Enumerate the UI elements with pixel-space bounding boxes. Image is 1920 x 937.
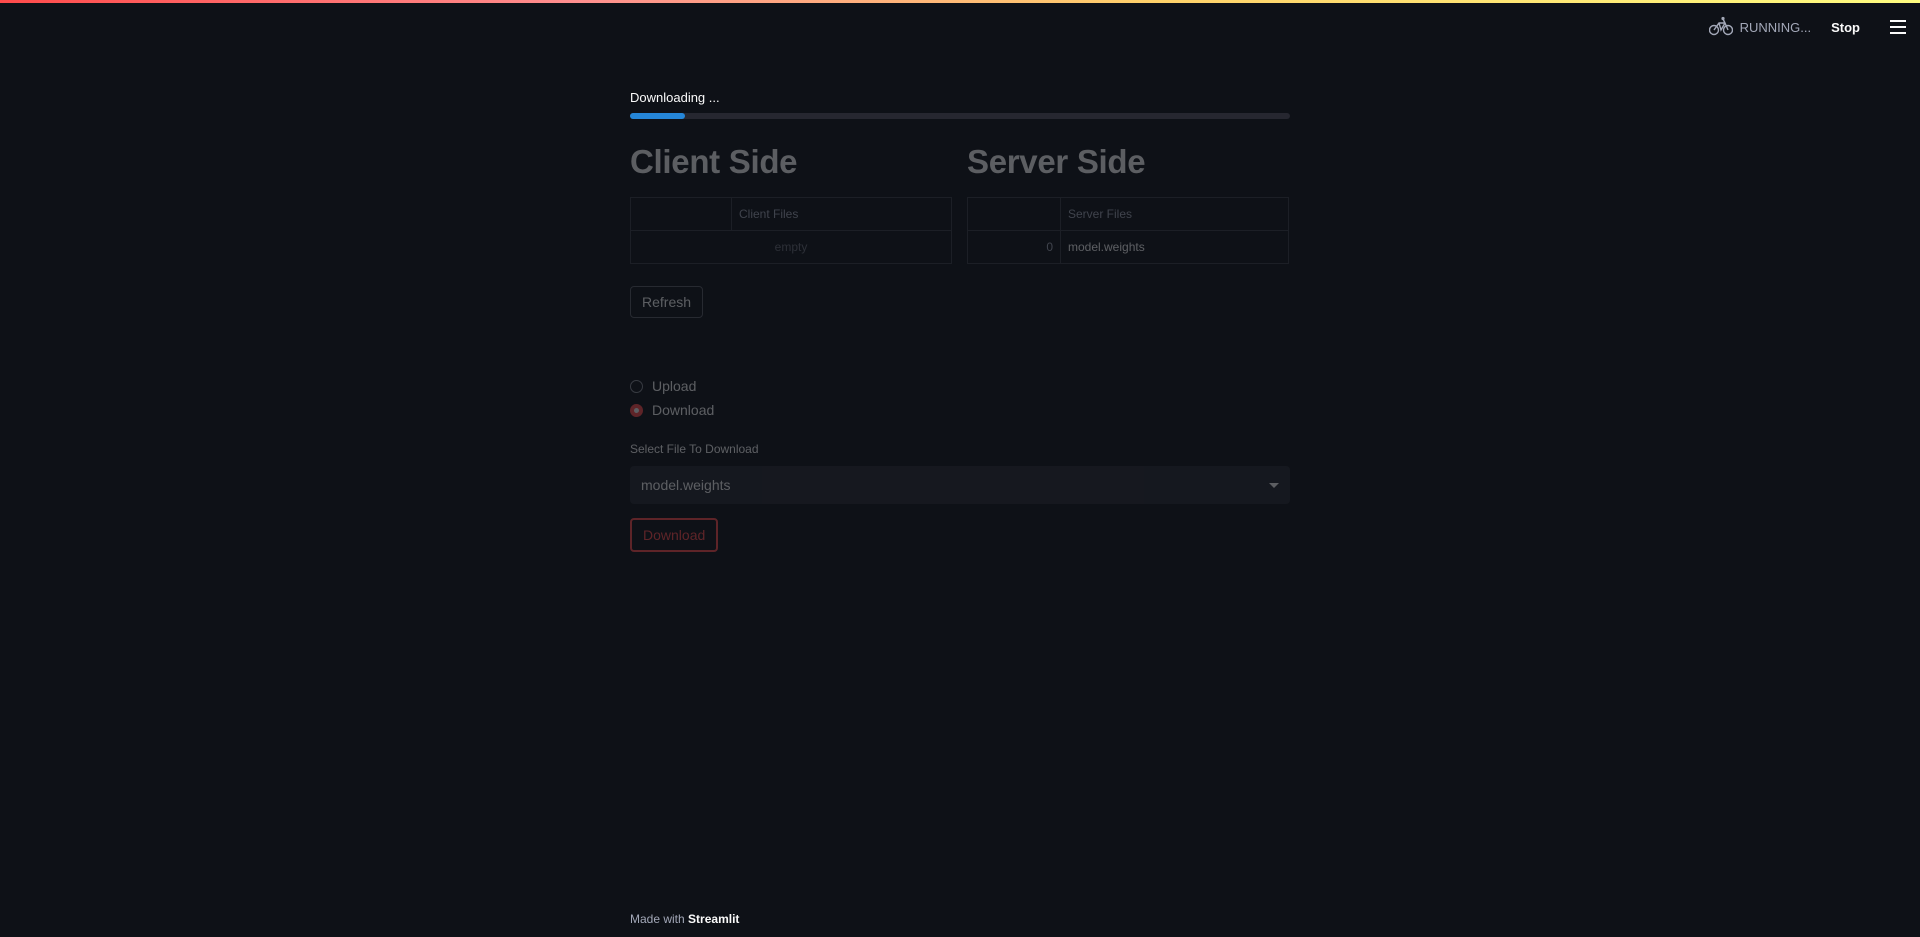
app-header: RUNNING... Stop [1708, 12, 1920, 42]
client-files-table: Client Files empty [630, 197, 952, 264]
stale-content: Client Side Client Files empty Server Si… [630, 143, 1290, 552]
footer-brand-link[interactable]: Streamlit [688, 912, 739, 926]
client-empty-cell: empty [630, 230, 952, 264]
radio-upload-label: Upload [652, 378, 697, 394]
bicycle-icon [1708, 16, 1733, 39]
running-status-text: RUNNING... [1739, 19, 1812, 35]
main-content: Downloading ... Client Side Client Files… [630, 90, 1290, 552]
hamburger-menu-icon[interactable] [1890, 20, 1906, 34]
file-select[interactable]: model.weights [630, 466, 1290, 504]
footer: Made with Streamlit [630, 912, 739, 926]
client-files-header: Client Files [731, 197, 952, 231]
server-column: Server Side Server Files 0 model.weights [967, 143, 1289, 264]
radio-upload[interactable]: Upload [630, 374, 1290, 398]
row-value: model.weights [1060, 230, 1289, 264]
select-label: Select File To Download [630, 442, 759, 456]
radio-download[interactable]: Download [630, 398, 1290, 422]
progress-fill [630, 113, 685, 119]
running-status: RUNNING... [1708, 16, 1812, 39]
file-select-value: model.weights [641, 477, 731, 493]
client-index-header [630, 197, 732, 231]
progress-bar [630, 113, 1290, 119]
columns: Client Side Client Files empty Server Si… [630, 143, 1290, 264]
table-row: 0 model.weights [967, 230, 1289, 264]
footer-prefix: Made with [630, 912, 685, 926]
radio-download-circle[interactable] [630, 403, 643, 417]
client-title: Client Side [630, 143, 798, 180]
radio-download-label: Download [652, 402, 715, 418]
server-title: Server Side [967, 143, 1146, 180]
radio-upload-circle[interactable] [630, 379, 643, 393]
progress-label: Downloading ... [630, 90, 720, 105]
chevron-down-icon[interactable] [1269, 482, 1279, 488]
server-files-table: Server Files 0 model.weights [967, 197, 1289, 264]
server-index-header [967, 197, 1061, 231]
row-index: 0 [967, 230, 1061, 264]
decoration-bar [0, 0, 1920, 3]
client-column: Client Side Client Files empty [630, 143, 952, 264]
refresh-button[interactable]: Refresh [630, 286, 704, 318]
download-button[interactable]: Download [630, 518, 719, 552]
stop-button[interactable]: Stop [1831, 20, 1860, 35]
server-files-header: Server Files [1060, 197, 1289, 231]
mode-radio-group: Upload Download [630, 374, 1290, 422]
